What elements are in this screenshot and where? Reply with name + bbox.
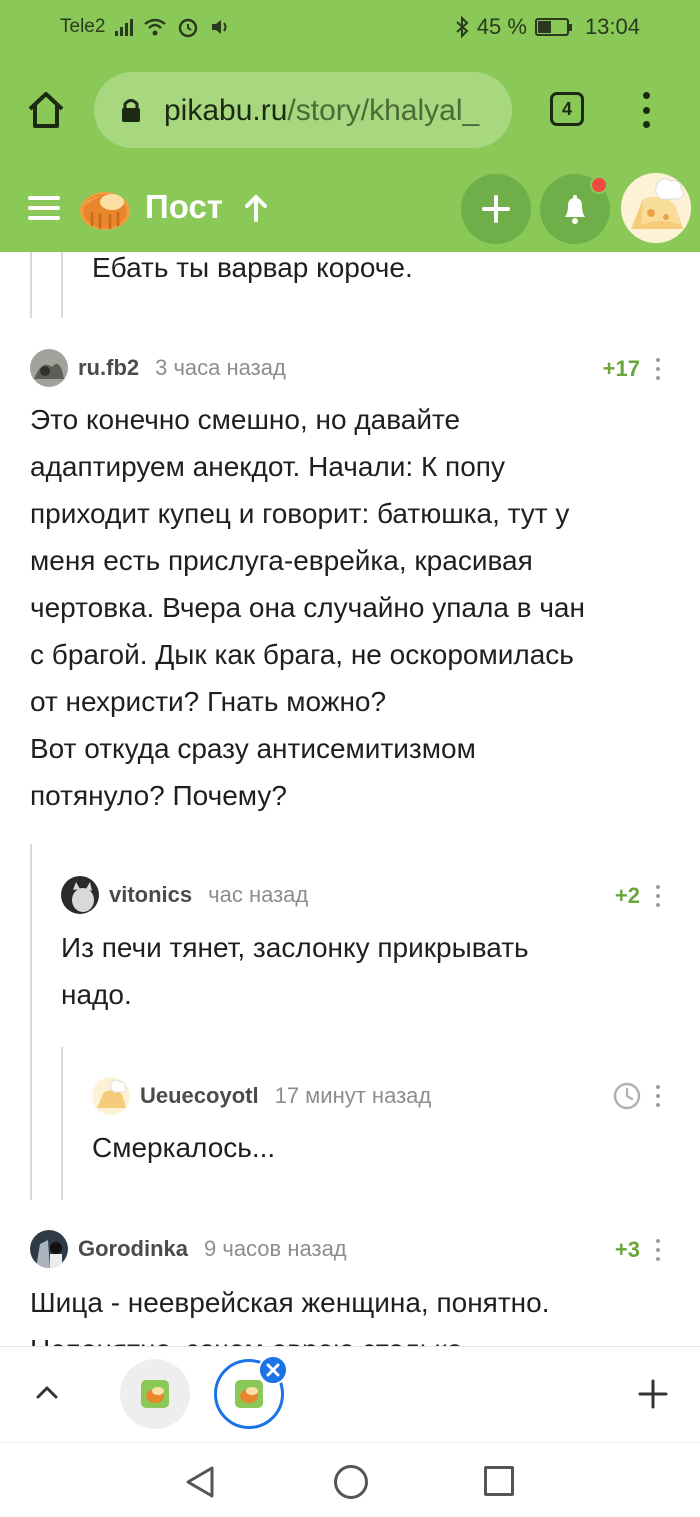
signal-icon [115,18,134,36]
comment-timestamp[interactable]: 17 минут назад [275,1083,432,1109]
thread-branch-line [61,1047,63,1200]
back-icon[interactable] [184,1465,216,1499]
thread-branch-line [30,844,32,1200]
comment-text: Шица - нееврейская женщина, понятно. Неп… [30,1287,550,1346]
battery-icon [534,18,572,36]
pikabu-favicon-icon [235,1380,263,1408]
site-header: Пост [0,164,700,252]
hamburger-menu-icon[interactable] [28,196,60,220]
volume-icon [212,20,227,34]
avatar[interactable] [61,876,99,914]
avatar[interactable] [30,349,68,387]
comment-header: vitonics час назад [61,875,308,915]
home-icon[interactable] [24,88,68,132]
browser-tab-strip [0,1346,700,1442]
comments-feed: Ебать ты варвар короче. ru.fb2 3 часа на… [0,252,700,1346]
tab-switcher-button[interactable]: 4 [550,92,584,126]
comment-text: Смеркалось... [92,1132,276,1163]
comment-more-icon[interactable] [656,1085,662,1107]
comment-username[interactable]: Gorodinka [78,1236,188,1262]
carrier-label: Tele2 [60,16,106,37]
comment-header: ru.fb2 3 часа назад [30,348,286,388]
new-tab-icon[interactable] [638,1379,668,1409]
comment-text: Ебать ты варвар короче. [92,252,413,283]
thread-branch-line [61,252,63,318]
battery-percent: 45 % [476,14,527,39]
pikabu-favicon-icon [141,1380,169,1408]
recent-apps-icon[interactable] [484,1466,514,1496]
clock-time: 13:04 [584,14,640,39]
home-nav-icon[interactable] [334,1465,368,1499]
comment-more-icon[interactable] [656,885,662,907]
comment-header: Gorodinka 9 часов назад [30,1229,347,1269]
comment-rating: +2 [614,883,640,908]
comment-timestamp[interactable]: час назад [208,882,308,908]
alarm-icon [179,18,198,38]
bluetooth-icon [456,16,469,38]
avatar[interactable] [92,1077,130,1115]
url-text: pikabu.ru/story/khalyal_ [164,94,480,127]
browser-toolbar: pikabu.ru/story/khalyal_ 4 [0,56,700,164]
comment-header: Ueuecoyotl 17 минут назад [92,1076,431,1116]
system-nav-bar [0,1442,700,1517]
comment-text: Это конечно смешно, но давайте адаптируе… [30,404,585,811]
thread-branch-line [30,252,32,318]
tab-thumbnail[interactable] [120,1359,190,1429]
plus-icon [482,195,510,223]
close-icon [266,1363,280,1377]
clock-icon [613,1082,641,1110]
close-tab-button[interactable] [258,1355,288,1385]
create-post-button[interactable] [461,174,531,244]
comment-more-icon[interactable] [656,1239,662,1261]
notification-dot [590,176,608,194]
comment-text: Из печи тянет, заслонку прикрывать надо. [61,932,529,1010]
comment-timestamp[interactable]: 9 часов назад [204,1236,347,1262]
more-vertical-icon[interactable] [636,90,656,130]
status-bar: Tele2 45 % 13:04 [0,0,700,56]
comment-more-icon[interactable] [656,358,662,380]
arrow-up-icon[interactable] [244,194,268,222]
comment-username[interactable]: vitonics [109,882,192,908]
comment-username[interactable]: Ueuecoyotl [140,1083,259,1109]
bell-icon [565,195,585,224]
wifi-icon [144,18,167,36]
avatar[interactable] [30,1230,68,1268]
pikabu-logo[interactable] [78,182,132,232]
lock-icon [122,99,140,122]
chevron-up-icon[interactable] [34,1383,60,1401]
address-bar[interactable]: pikabu.ru/story/khalyal_ [94,72,512,148]
notifications-button[interactable] [540,174,610,244]
user-avatar[interactable] [621,173,691,243]
comment-timestamp[interactable]: 3 часа назад [155,355,286,381]
tab-count: 4 [561,98,572,119]
header-title: Пост [145,188,223,225]
comment-rating: +3 [614,1237,640,1262]
comment-rating: +17 [602,356,640,381]
comment-username[interactable]: ru.fb2 [78,355,139,381]
